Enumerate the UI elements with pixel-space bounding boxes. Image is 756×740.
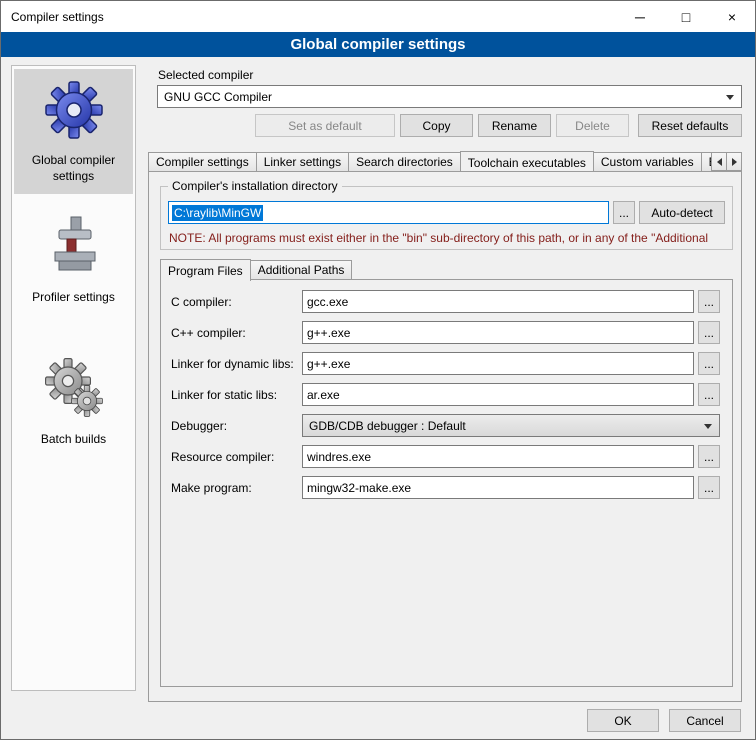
dynamic-linker-input[interactable] [302, 352, 694, 375]
c-compiler-label: C compiler: [171, 295, 302, 309]
minimize-button[interactable]: ─ [617, 1, 663, 32]
cpp-compiler-row: C++ compiler: ... [171, 321, 720, 344]
debugger-row: Debugger: GDB/CDB debugger : Default [171, 414, 720, 437]
tab-search-directories[interactable]: Search directories [348, 152, 461, 171]
resource-compiler-label: Resource compiler: [171, 450, 302, 464]
tab-toolchain-executables[interactable]: Toolchain executables [460, 151, 594, 171]
window-title: Compiler settings [11, 10, 104, 24]
debugger-value: GDB/CDB debugger : Default [309, 419, 466, 433]
cpp-compiler-browse-button[interactable]: ... [698, 321, 720, 344]
resource-compiler-browse-button[interactable]: ... [698, 445, 720, 468]
static-linker-row: Linker for static libs: ... [171, 383, 720, 406]
compiler-settings-dialog: Compiler settings ─ □ × Global compiler … [0, 0, 756, 740]
dynamic-linker-label: Linker for dynamic libs: [171, 357, 302, 371]
make-program-label: Make program: [171, 481, 302, 495]
tab-scroll-right-button[interactable] [726, 152, 742, 171]
c-compiler-row: C compiler: ... [171, 290, 720, 313]
toolchain-executables-panel: Compiler's installation directory C:\ray… [148, 171, 742, 702]
window-controls: ─ □ × [617, 1, 755, 32]
compiler-actions: Set as default Copy Rename Delete Reset … [157, 114, 742, 137]
tab-linker-settings[interactable]: Linker settings [256, 152, 349, 171]
sidebar-item-global-compiler-settings[interactable]: Global compiler settings [14, 69, 133, 194]
blue-gear-icon [42, 77, 106, 141]
cancel-button[interactable]: Cancel [669, 709, 741, 732]
gray-gears-icon [42, 356, 106, 420]
arrow-right-icon [732, 158, 737, 166]
static-linker-input[interactable] [302, 383, 694, 406]
selected-compiler-label: Selected compiler [158, 68, 253, 82]
ok-button[interactable]: OK [587, 709, 659, 732]
close-icon: × [728, 9, 736, 25]
note-text: NOTE: All programs must exist either in … [169, 231, 730, 245]
minimize-icon: ─ [635, 9, 645, 25]
settings-tabstrip: Compiler settings Linker settings Search… [148, 150, 742, 171]
programs-subtabstrip: Program Files Additional Paths [160, 258, 351, 279]
close-button[interactable]: × [709, 1, 755, 32]
rename-button[interactable]: Rename [478, 114, 551, 137]
chevron-down-icon [726, 95, 734, 100]
maximize-button[interactable]: □ [663, 1, 709, 32]
page-title: Global compiler settings [1, 32, 755, 57]
tab-compiler-settings[interactable]: Compiler settings [148, 152, 257, 171]
selected-compiler-combobox[interactable]: GNU GCC Compiler [157, 85, 742, 108]
subtab-program-files[interactable]: Program Files [160, 259, 251, 281]
sidebar-item-batch-builds[interactable]: Batch builds [14, 348, 133, 458]
installation-directory-groupbox: Compiler's installation directory C:\ray… [160, 186, 733, 250]
make-program-input[interactable] [302, 476, 694, 499]
cpp-compiler-input[interactable] [302, 321, 694, 344]
c-compiler-browse-button[interactable]: ... [698, 290, 720, 313]
settings-category-sidebar: Global compiler settings Profiler settin… [11, 65, 136, 691]
titlebar: Compiler settings ─ □ × [1, 1, 755, 32]
installation-directory-input[interactable]: C:\raylib\MinGW [168, 201, 609, 224]
sidebar-item-profiler-settings[interactable]: Profiler settings [14, 206, 133, 316]
sidebar-item-label: Profiler settings [32, 290, 115, 306]
tab-custom-variables[interactable]: Custom variables [593, 152, 702, 171]
installation-directory-row: C:\raylib\MinGW ... Auto-detect [168, 201, 725, 224]
cpp-compiler-label: C++ compiler: [171, 326, 302, 340]
dynamic-linker-browse-button[interactable]: ... [698, 352, 720, 375]
make-program-row: Make program: ... [171, 476, 720, 499]
c-compiler-input[interactable] [302, 290, 694, 313]
chevron-down-icon [704, 424, 712, 429]
debugger-label: Debugger: [171, 419, 302, 433]
make-program-browse-button[interactable]: ... [698, 476, 720, 499]
installation-directory-title: Compiler's installation directory [168, 179, 342, 193]
reset-defaults-button[interactable]: Reset defaults [638, 114, 742, 137]
static-linker-label: Linker for static libs: [171, 388, 302, 402]
profiler-icon [42, 214, 106, 278]
auto-detect-button[interactable]: Auto-detect [639, 201, 725, 224]
subtab-additional-paths[interactable]: Additional Paths [250, 260, 353, 279]
sidebar-item-label: Global compiler settings [16, 153, 131, 184]
selected-compiler-value: GNU GCC Compiler [164, 90, 272, 104]
dynamic-linker-row: Linker for dynamic libs: ... [171, 352, 720, 375]
tab-scroll-controls [711, 152, 742, 171]
resource-compiler-row: Resource compiler: ... [171, 445, 720, 468]
copy-button[interactable]: Copy [400, 114, 473, 137]
tab-scroll-left-button[interactable] [711, 152, 727, 171]
delete-button[interactable]: Delete [556, 114, 629, 137]
set-as-default-button[interactable]: Set as default [255, 114, 395, 137]
static-linker-browse-button[interactable]: ... [698, 383, 720, 406]
arrow-left-icon [717, 158, 722, 166]
installation-directory-browse-button[interactable]: ... [613, 201, 635, 224]
resource-compiler-input[interactable] [302, 445, 694, 468]
installation-directory-value: C:\raylib\MinGW [172, 205, 263, 221]
sidebar-item-label: Batch builds [41, 432, 106, 448]
maximize-icon: □ [682, 9, 690, 25]
program-files-panel: C compiler: ... C++ compiler: ... Linker… [160, 279, 733, 687]
debugger-combobox[interactable]: GDB/CDB debugger : Default [302, 414, 720, 437]
